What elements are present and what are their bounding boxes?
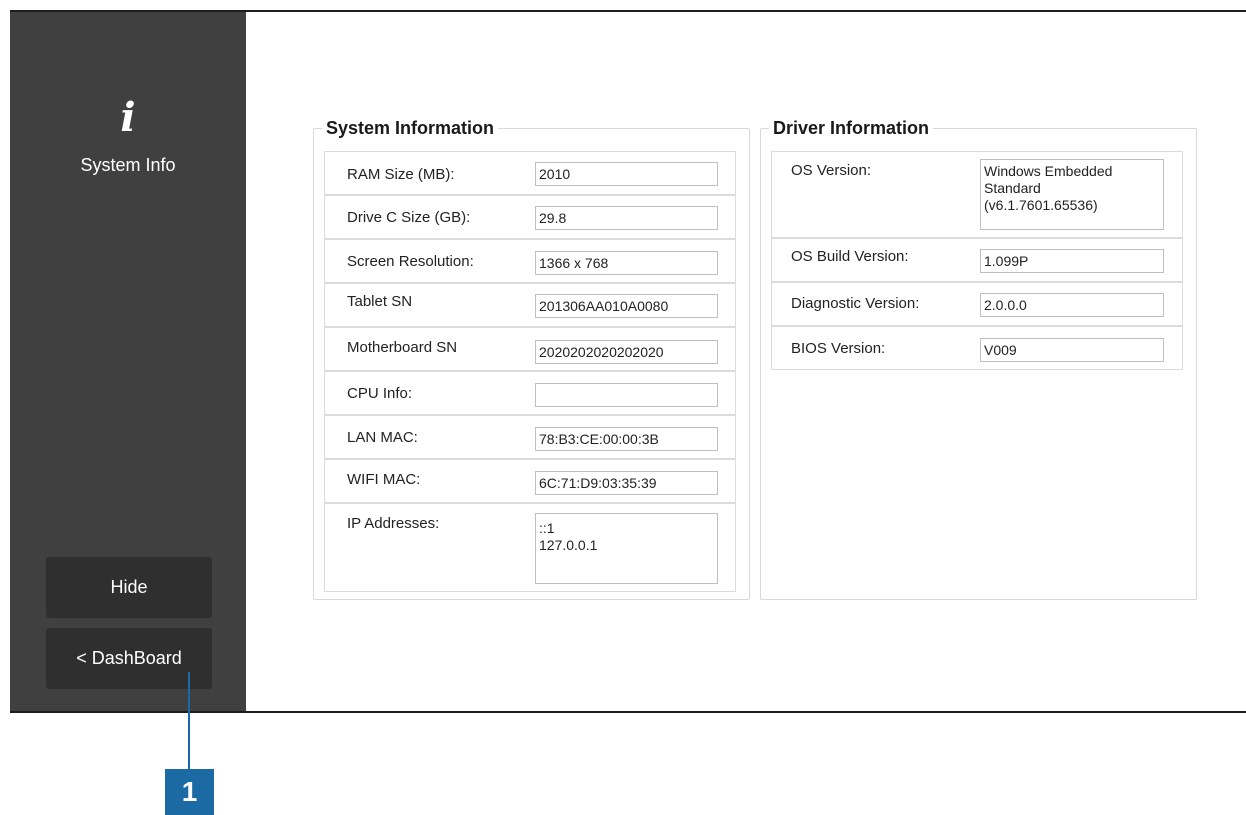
os-version-value[interactable]: Windows Embedded Standard (v6.1.7601.655… [980,159,1164,230]
ram-size-label: RAM Size (MB): [347,166,455,183]
row-screen-resolution: Screen Resolution: 1366 x 768 [324,239,736,283]
os-build-version-value[interactable]: 1.099P [980,249,1164,273]
hide-button[interactable]: Hide [46,557,212,618]
tablet-sn-label: Tablet SN [347,293,413,310]
wifi-mac-value[interactable]: 6C:71:D9:03:35:39 [535,471,718,495]
row-os-build-version: OS Build Version: 1.099P [771,238,1183,282]
row-lan-mac: LAN MAC: 78:B3:CE:00:00:3B [324,415,736,459]
bios-version-label: BIOS Version: [791,340,886,357]
motherboard-sn-value[interactable]: 2020202020202020 [535,340,718,364]
row-diagnostic-version: Diagnostic Version: 2.0.0.0 [771,282,1183,326]
sidebar: i System Info Hide < DashBoard [10,12,246,711]
os-version-label: OS Version: [791,162,872,179]
row-os-version: OS Version: Windows Embedded Standard (v… [771,151,1183,238]
screen-resolution-label: Screen Resolution: [347,253,474,270]
row-bios-version: BIOS Version: V009 [771,326,1183,370]
row-motherboard-sn: Motherboard SN 2020202020202020 [324,327,736,371]
row-ip-addresses: IP Addresses: ::1 127.0.0.1 [324,503,736,592]
callout-line [188,672,190,769]
motherboard-sn-label: Motherboard SN [347,339,458,356]
callout-badge: 1 [165,769,214,815]
bios-version-value[interactable]: V009 [980,338,1164,362]
row-ram-size: RAM Size (MB): 2010 [324,151,736,195]
driver-information-group: Driver Information OS Version: Windows E… [760,117,1197,600]
lan-mac-label: LAN MAC: [347,429,418,446]
ip-addresses-value[interactable]: ::1 127.0.0.1 [535,513,718,584]
row-cpu-info: CPU Info: [324,371,736,415]
tablet-sn-value[interactable]: 201306AA010A0080 [535,294,718,318]
system-information-title: System Information [322,117,499,139]
app-window: i System Info Hide < DashBoard System In… [10,10,1246,713]
drive-c-size-value[interactable]: 29.8 [535,206,718,230]
sidebar-title: System Info [80,155,176,175]
os-build-version-label: OS Build Version: [791,248,909,265]
cpu-info-value[interactable] [535,383,718,407]
diagnostic-version-value[interactable]: 2.0.0.0 [980,293,1164,317]
driver-information-title: Driver Information [769,117,934,139]
info-icon: i [120,94,136,141]
row-tablet-sn: Tablet SN 201306AA010A0080 [324,283,736,327]
drive-c-size-label: Drive C Size (GB): [347,209,471,226]
ram-size-value[interactable]: 2010 [535,162,718,186]
cpu-info-label: CPU Info: [347,385,413,402]
lan-mac-value[interactable]: 78:B3:CE:00:00:3B [535,427,718,451]
row-drive-c-size: Drive C Size (GB): 29.8 [324,195,736,239]
wifi-mac-label: WIFI MAC: [347,471,421,488]
row-wifi-mac: WIFI MAC: 6C:71:D9:03:35:39 [324,459,736,503]
screen-resolution-value[interactable]: 1366 x 768 [535,251,718,275]
system-information-group: System Information RAM Size (MB): 2010 D… [313,117,750,600]
diagnostic-version-label: Diagnostic Version: [791,295,920,312]
ip-addresses-label: IP Addresses: [347,515,440,532]
